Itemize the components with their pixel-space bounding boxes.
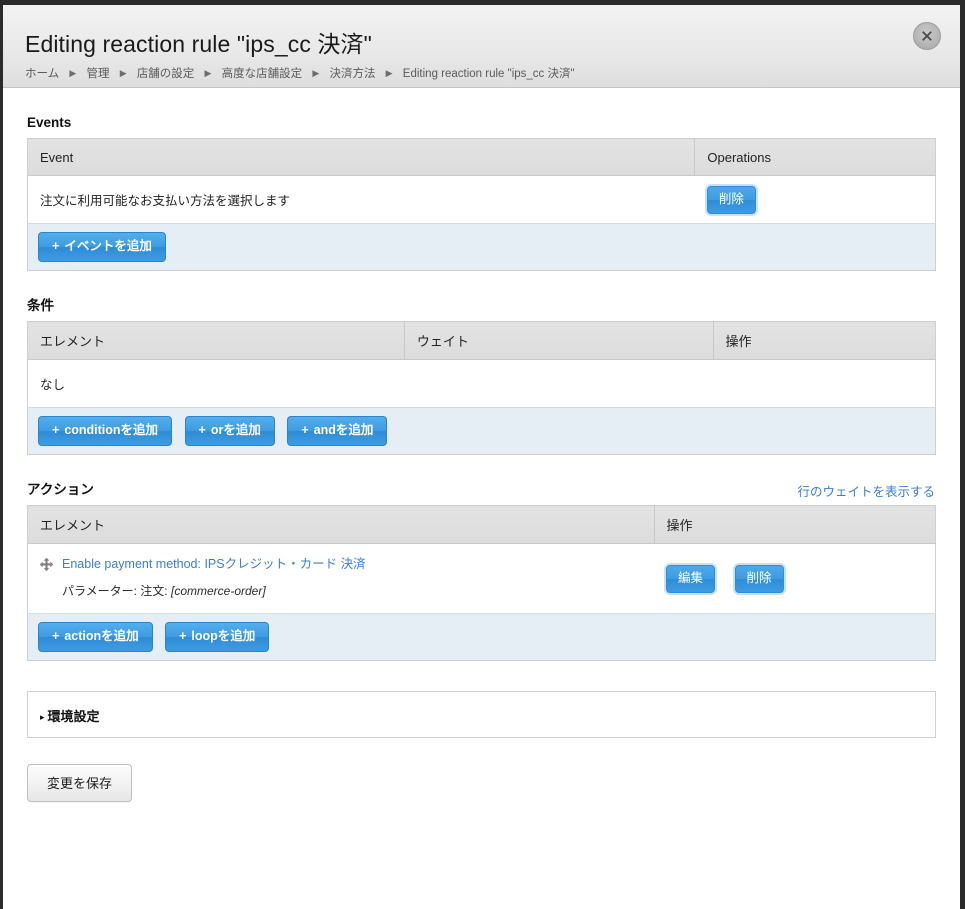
- events-title: Events: [27, 115, 71, 130]
- add-event-button[interactable]: + イベントを追加: [38, 232, 166, 262]
- window-chrome-right: [960, 0, 965, 909]
- events-add-row: + イベントを追加: [28, 224, 936, 271]
- show-row-weights-link[interactable]: 行のウェイトを表示する: [797, 481, 935, 500]
- add-action-label: actionを追加: [64, 629, 138, 643]
- conditions-column-weight: ウェイト: [404, 322, 713, 360]
- form-actions: 変更を保存: [27, 764, 936, 802]
- actions-add-row: + actionを追加 + loopを追加: [28, 614, 936, 661]
- actions-section: アクション 行のウェイトを表示する エレメント 操作: [27, 479, 936, 661]
- breadcrumb-item-payment-methods[interactable]: 決済方法: [329, 68, 375, 80]
- actions-column-element: エレメント: [28, 506, 655, 544]
- modal-dialog: Editing reaction rule "ips_cc 決済" ホーム ▶ …: [3, 5, 960, 909]
- chevron-right-icon: ▶: [205, 68, 212, 79]
- page-title: Editing reaction rule "ips_cc 決済": [25, 25, 372, 59]
- conditions-column-operations: 操作: [713, 322, 935, 360]
- delete-action-button[interactable]: 削除: [735, 565, 784, 593]
- breadcrumb-item-advanced-store-settings[interactable]: 高度な店舗設定: [222, 68, 303, 80]
- plus-icon: +: [179, 629, 186, 643]
- conditions-section: 条件 エレメント ウェイト 操作 なし: [27, 295, 936, 455]
- add-loop-label: loopを追加: [191, 629, 255, 643]
- events-column-event: Event: [28, 139, 695, 176]
- table-row: なし: [28, 360, 936, 408]
- events-section-head: Events: [27, 112, 936, 138]
- add-and-button[interactable]: + andを追加: [287, 416, 387, 446]
- add-or-button[interactable]: + orを追加: [185, 416, 275, 446]
- triangle-right-icon: ▸: [40, 712, 45, 723]
- environment-settings-toggle[interactable]: ▸環境設定: [40, 706, 100, 725]
- action-parameters: パラメーター: 注文: [commerce-order]: [62, 582, 642, 599]
- environment-settings-box: ▸環境設定: [27, 691, 936, 738]
- action-parameters-key: パラメーター: 注文:: [62, 584, 168, 598]
- add-action-button[interactable]: + actionを追加: [38, 622, 153, 652]
- delete-event-button[interactable]: 削除: [707, 186, 756, 214]
- actions-row-operations: 編集 削除: [654, 544, 935, 614]
- table-header-row: Event Operations: [28, 139, 936, 176]
- breadcrumb-item-store-settings[interactable]: 店舗の設定: [137, 68, 195, 80]
- plus-icon: +: [52, 629, 59, 643]
- add-condition-button[interactable]: + conditionを追加: [38, 416, 172, 446]
- table-row: Enable payment method: IPSクレジット・カード 決済 パ…: [28, 544, 936, 614]
- chevron-right-icon: ▶: [312, 68, 319, 79]
- table-row: 注文に利用可能なお支払い方法を選択します 削除: [28, 176, 936, 224]
- chevron-right-icon: ▶: [120, 68, 127, 79]
- add-or-label: orを追加: [211, 423, 261, 437]
- breadcrumb-item-current: Editing reaction rule "ips_cc 決済": [403, 68, 575, 80]
- conditions-table: エレメント ウェイト 操作 なし + conditionを追加 + orを追加 + a…: [27, 321, 936, 455]
- actions-table: エレメント 操作 En: [27, 505, 936, 661]
- actions-section-head: アクション 行のウェイトを表示する: [27, 479, 936, 505]
- events-section: Events Event Operations 注文に利用可能なお支払い方法を選…: [27, 112, 936, 271]
- actions-row-element: Enable payment method: IPSクレジット・カード 決済 パ…: [28, 544, 655, 614]
- table-header-row: エレメント ウェイト 操作: [28, 322, 936, 360]
- events-add-cell: + イベントを追加: [28, 224, 936, 271]
- conditions-column-element: エレメント: [28, 322, 405, 360]
- conditions-empty-label: なし: [28, 360, 936, 408]
- events-row-operations: 削除: [695, 176, 936, 224]
- actions-column-operations: 操作: [654, 506, 935, 544]
- chevron-right-icon: ▶: [69, 68, 76, 79]
- conditions-section-head: 条件: [27, 295, 936, 321]
- modal-header: Editing reaction rule "ips_cc 決済" ホーム ▶ …: [3, 5, 960, 88]
- conditions-title: 条件: [27, 298, 54, 313]
- drag-handle-icon[interactable]: [40, 558, 54, 576]
- action-parameters-value: [commerce-order]: [171, 584, 266, 598]
- breadcrumb: ホーム ▶ 管理 ▶ 店舗の設定 ▶ 高度な店舗設定 ▶ 決済方法 ▶ Edit…: [25, 65, 575, 81]
- add-event-label: イベントを追加: [64, 239, 152, 253]
- save-changes-button[interactable]: 変更を保存: [27, 764, 132, 802]
- move-cross-icon: [40, 558, 53, 571]
- breadcrumb-item-home[interactable]: ホーム: [25, 68, 59, 80]
- events-row-label: 注文に利用可能なお支払い方法を選択します: [28, 176, 695, 224]
- conditions-add-cell: + conditionを追加 + orを追加 + andを追加: [28, 408, 936, 455]
- environment-settings-label: 環境設定: [48, 709, 100, 724]
- edit-action-button[interactable]: 編集: [666, 565, 715, 593]
- chevron-right-icon: ▶: [386, 68, 393, 79]
- action-item: Enable payment method: IPSクレジット・カード 決済: [40, 556, 642, 576]
- plus-icon: +: [301, 423, 308, 437]
- breadcrumb-item-admin[interactable]: 管理: [86, 68, 109, 80]
- events-table: Event Operations 注文に利用可能なお支払い方法を選択します 削除…: [27, 138, 936, 271]
- plus-icon: +: [52, 423, 59, 437]
- table-header-row: エレメント 操作: [28, 506, 936, 544]
- actions-add-cell: + actionを追加 + loopを追加: [28, 614, 936, 661]
- plus-icon: +: [52, 239, 59, 253]
- actions-title: アクション: [27, 482, 94, 497]
- plus-icon: +: [199, 423, 206, 437]
- add-and-label: andを追加: [314, 423, 374, 437]
- events-column-operations: Operations: [695, 139, 936, 176]
- add-loop-button[interactable]: + loopを追加: [165, 622, 269, 652]
- conditions-add-row: + conditionを追加 + orを追加 + andを追加: [28, 408, 936, 455]
- close-icon: [920, 29, 934, 43]
- add-condition-label: conditionを追加: [64, 423, 158, 437]
- modal-body: Events Event Operations 注文に利用可能なお支払い方法を選…: [3, 112, 960, 802]
- close-button[interactable]: [913, 22, 941, 50]
- action-name-link[interactable]: Enable payment method: IPSクレジット・カード 決済: [62, 556, 366, 573]
